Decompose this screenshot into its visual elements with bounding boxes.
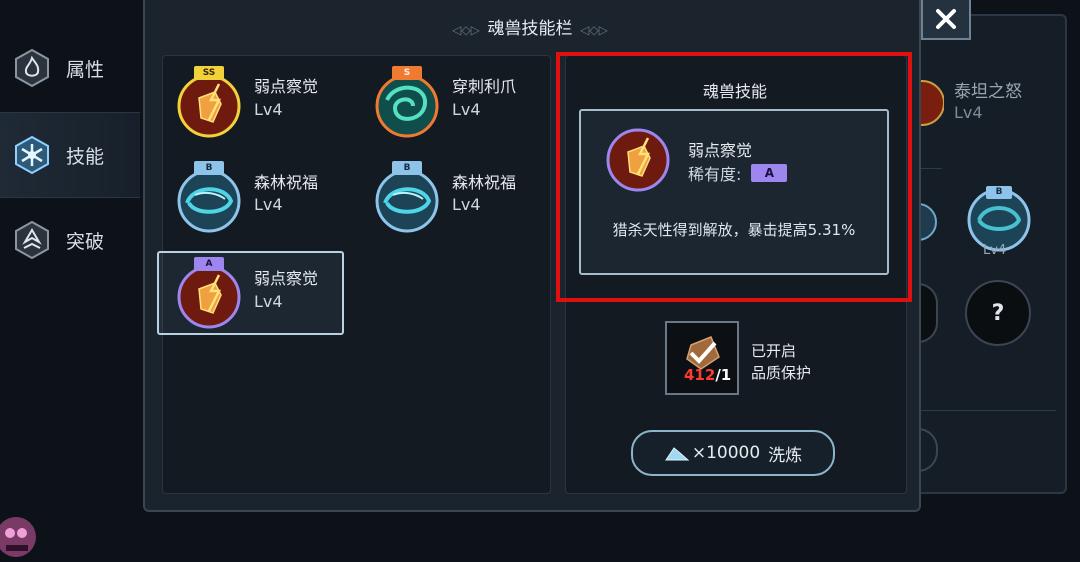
- skill-name-3: 森林祝福: [254, 173, 319, 192]
- back-skill-level: Lv4: [954, 103, 983, 122]
- back-skill-name: 泰坦之怒: [954, 82, 1022, 102]
- skill-name-4: 森林祝福: [452, 173, 517, 192]
- skill-slot-2[interactable]: S: [373, 66, 441, 138]
- fist-lightning-icon: [177, 74, 241, 138]
- crystal-dust-icon: [664, 447, 690, 461]
- panel-title-text: 魂兽技能栏: [487, 19, 573, 39]
- grade-badge: S: [392, 66, 422, 80]
- skill-level-4: Lv4: [452, 195, 481, 214]
- skill-name-1: 弱点察觉: [254, 77, 319, 96]
- skill-level-5: Lv4: [254, 292, 283, 311]
- protection-count-suffix: /1: [715, 366, 732, 384]
- close-icon: [936, 9, 956, 29]
- skill-name-5: 弱点察觉: [254, 269, 319, 288]
- back-slot-icon: [918, 203, 937, 241]
- wind-swirl-icon: [375, 169, 439, 233]
- locked-slot[interactable]: ?: [965, 280, 1031, 346]
- breakthrough-icon: [15, 220, 49, 260]
- protection-status: 已开启 品质保护: [751, 340, 811, 384]
- nav-label-skills: 技能: [66, 145, 105, 168]
- tornado-icon: [375, 74, 439, 138]
- nav-item-attributes[interactable]: 属性: [0, 26, 140, 110]
- grade-badge: A: [194, 257, 224, 271]
- wind-swirl-icon: [177, 169, 241, 233]
- nav-label-attributes: 属性: [66, 58, 105, 81]
- close-button[interactable]: [921, 0, 971, 40]
- back-slot-level: Lv4: [983, 243, 1007, 258]
- nav-item-skills[interactable]: 技能: [0, 112, 140, 198]
- back-divider: [920, 168, 942, 169]
- skill-slot-1[interactable]: SS: [175, 66, 243, 138]
- fist-lightning-icon: [177, 265, 241, 329]
- back-slot-badge: B: [995, 187, 1003, 197]
- skill-slot-3[interactable]: B: [175, 161, 243, 233]
- grade-badge: B: [392, 161, 422, 175]
- back-skill-icon: [918, 80, 944, 126]
- skill-level-2: Lv4: [452, 100, 481, 119]
- wash-button[interactable]: ×10000 洗炼: [631, 430, 835, 476]
- back-divider-2: [918, 410, 1056, 411]
- avatar-icon[interactable]: [0, 505, 40, 562]
- grade-badge: B: [194, 161, 224, 175]
- skill-name-2: 穿刺利爪: [452, 77, 517, 96]
- protection-line1: 已开启: [751, 342, 797, 360]
- title-ornament-right: ◁◇▷: [572, 23, 608, 37]
- panel-title: ◁◇▷ 魂兽技能栏 ◁◇▷: [143, 14, 917, 39]
- nav-label-breakthrough: 突破: [66, 230, 105, 253]
- skill-slot-4[interactable]: B: [373, 161, 441, 233]
- protection-count: 412/1: [684, 366, 731, 384]
- protection-count-value: 412: [684, 366, 716, 384]
- wash-label: 洗炼: [768, 445, 803, 466]
- wash-cost: ×10000: [691, 443, 761, 463]
- title-ornament-left: ◁◇▷: [452, 23, 488, 37]
- skill-slot-5[interactable]: A: [175, 257, 243, 329]
- nav-item-breakthrough[interactable]: 突破: [0, 198, 140, 282]
- protection-line2: 品质保护: [751, 364, 812, 382]
- skill-level-3: Lv4: [254, 195, 283, 214]
- grade-badge: SS: [194, 66, 224, 80]
- snowflake-icon: [15, 135, 49, 175]
- highlight-frame: [556, 52, 912, 302]
- skill-level-1: Lv4: [254, 100, 283, 119]
- flame-icon: [15, 48, 49, 88]
